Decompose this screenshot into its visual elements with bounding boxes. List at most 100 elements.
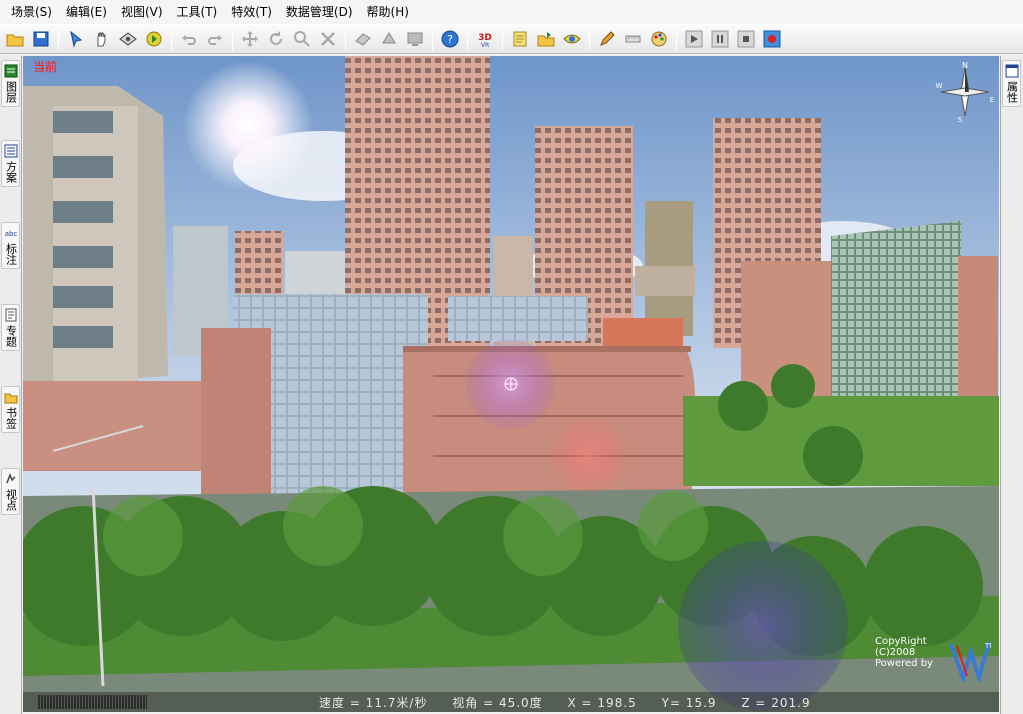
tab-properties-label: 属性 bbox=[1005, 81, 1019, 103]
tab-bookmark-label: 书签 bbox=[4, 407, 18, 429]
menu-effects[interactable]: 特效(T) bbox=[224, 2, 279, 22]
note-icon bbox=[513, 31, 527, 47]
compass-icon[interactable]: N E S W bbox=[935, 62, 995, 122]
note-button[interactable] bbox=[508, 27, 532, 51]
compass-s: S bbox=[958, 116, 963, 122]
bookmark-folder-icon bbox=[4, 393, 17, 404]
undo-icon bbox=[182, 35, 196, 45]
tab-plan[interactable]: 方案 bbox=[1, 140, 20, 187]
pan-hand-icon bbox=[97, 32, 106, 47]
status-speed: 速度 = 11.7米/秒 bbox=[319, 695, 428, 710]
current-label: 当前 bbox=[33, 60, 58, 74]
zoom-button[interactable] bbox=[290, 27, 314, 51]
object-a-button[interactable] bbox=[351, 27, 375, 51]
tab-bookmark[interactable]: 书签 bbox=[1, 386, 20, 433]
draw-button[interactable] bbox=[595, 27, 619, 51]
record-button[interactable] bbox=[760, 27, 784, 51]
help-button[interactable]: ? bbox=[438, 27, 462, 51]
pause-icon bbox=[711, 30, 729, 48]
object-b-button[interactable] bbox=[377, 27, 401, 51]
object-c-button[interactable] bbox=[403, 27, 427, 51]
properties-icon bbox=[1005, 64, 1018, 78]
tab-properties[interactable]: 属性 bbox=[1002, 60, 1021, 107]
delete-button[interactable] bbox=[316, 27, 340, 51]
save-button[interactable] bbox=[29, 27, 53, 51]
copyright-watermark: CopyRight (C)2008 Powered by TM bbox=[875, 636, 995, 686]
toolbar-separator bbox=[232, 28, 233, 50]
palette-button[interactable] bbox=[647, 27, 671, 51]
status-grip[interactable] bbox=[37, 695, 147, 709]
play-button[interactable] bbox=[682, 27, 706, 51]
status-view-angle: 视角 = 45.0度 bbox=[452, 695, 543, 710]
abc-label-icon: abc bbox=[4, 230, 17, 238]
tab-annotation[interactable]: abc 标注 bbox=[1, 222, 20, 269]
move-button[interactable] bbox=[238, 27, 262, 51]
eye-view-button[interactable] bbox=[560, 27, 584, 51]
status-y: Y= 15.9 bbox=[661, 695, 717, 710]
status-x: X = 198.5 bbox=[567, 695, 637, 710]
object-b-icon bbox=[382, 32, 396, 44]
select-arrow-icon bbox=[70, 30, 83, 48]
rotate-button[interactable] bbox=[264, 27, 288, 51]
pan-button[interactable] bbox=[90, 27, 114, 51]
toolbar-separator bbox=[589, 28, 590, 50]
play-tour-icon bbox=[146, 31, 162, 47]
tab-viewpoint[interactable]: 视点 bbox=[1, 468, 20, 515]
monitor-icon bbox=[407, 32, 423, 46]
3d-viewport[interactable]: 当前 N E S W CopyRight (C)2008 Powered by … bbox=[23, 56, 999, 712]
open-folder-icon bbox=[6, 34, 24, 47]
undo-button[interactable] bbox=[177, 27, 201, 51]
zoom-icon bbox=[294, 31, 310, 47]
menu-scene[interactable]: 场景(S) bbox=[4, 2, 59, 22]
pause-button[interactable] bbox=[708, 27, 732, 51]
select-button[interactable] bbox=[64, 27, 88, 51]
toolbar: ? 3D VR bbox=[0, 24, 1023, 54]
rotate-icon bbox=[270, 31, 282, 45]
stop-button[interactable] bbox=[734, 27, 758, 51]
toolbar-separator bbox=[171, 28, 172, 50]
delete-icon bbox=[321, 32, 335, 46]
toolbar-separator bbox=[345, 28, 346, 50]
play-icon bbox=[685, 30, 703, 48]
3d-view-button[interactable]: 3D VR bbox=[473, 27, 497, 51]
tab-topic[interactable]: 专题 bbox=[1, 304, 20, 351]
toolbar-separator bbox=[502, 28, 503, 50]
viewpoint-icon bbox=[5, 472, 16, 484]
fly-mode-button[interactable] bbox=[116, 27, 140, 51]
fly-icon bbox=[119, 32, 137, 46]
open-file-button[interactable] bbox=[534, 27, 558, 51]
menu-tools[interactable]: 工具(T) bbox=[170, 2, 225, 22]
object-a-icon bbox=[355, 33, 371, 46]
menu-view[interactable]: 视图(V) bbox=[114, 2, 170, 22]
plan-icon bbox=[4, 144, 17, 158]
stop-icon bbox=[737, 30, 755, 48]
measure-button[interactable] bbox=[621, 27, 645, 51]
redo-icon bbox=[208, 35, 222, 45]
menu-help[interactable]: 帮助(H) bbox=[360, 2, 416, 22]
menu-bar: 场景(S) 编辑(E) 视图(V) 工具(T) 特效(T) 数据管理(D) 帮助… bbox=[0, 0, 1023, 24]
svg-text:?: ? bbox=[447, 33, 453, 46]
3d-view-icon: 3DVR bbox=[478, 33, 492, 49]
tab-layers-label: 图层 bbox=[4, 81, 18, 103]
open-folder-button[interactable] bbox=[3, 27, 27, 51]
layers-icon bbox=[4, 64, 17, 78]
redo-button[interactable] bbox=[203, 27, 227, 51]
svg-text:VR: VR bbox=[481, 42, 489, 49]
vr-logo: TM bbox=[949, 641, 991, 682]
compass-w: W bbox=[936, 82, 943, 90]
save-icon bbox=[33, 31, 49, 47]
pencil-icon bbox=[600, 31, 615, 46]
trademark: TM bbox=[984, 642, 991, 650]
toolbar-separator bbox=[58, 28, 59, 50]
toolbar-separator bbox=[676, 28, 677, 50]
crosshair-icon bbox=[504, 377, 518, 391]
tab-topic-label: 专题 bbox=[4, 325, 18, 347]
menu-data-management[interactable]: 数据管理(D) bbox=[279, 2, 360, 22]
tab-annotation-label: 标注 bbox=[4, 243, 18, 265]
compass-e: E bbox=[990, 96, 994, 104]
tab-layers[interactable]: 图层 bbox=[1, 60, 20, 107]
menu-edit[interactable]: 编辑(E) bbox=[59, 2, 114, 22]
play-tour-button[interactable] bbox=[142, 27, 166, 51]
eye-icon bbox=[563, 34, 581, 44]
palette-icon bbox=[651, 31, 667, 47]
